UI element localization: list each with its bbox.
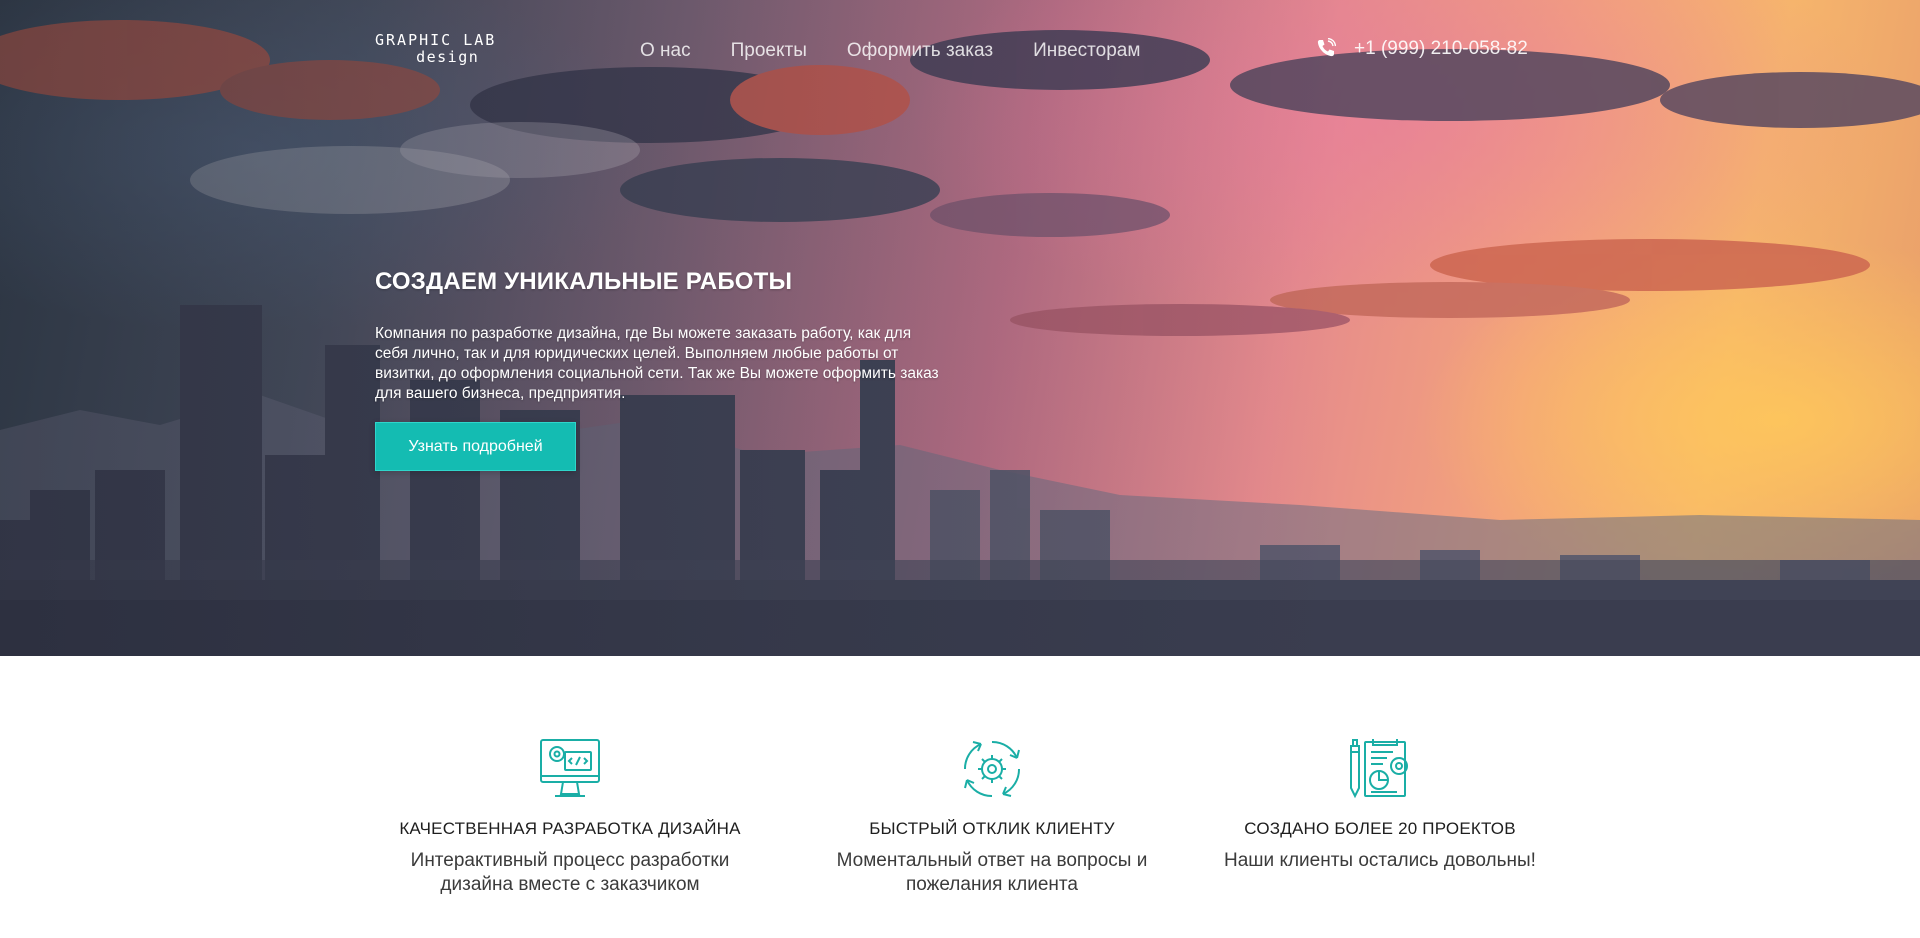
- learn-more-button[interactable]: Узнать подробней: [375, 422, 576, 471]
- nav-item-about[interactable]: О нас: [640, 40, 691, 62]
- hero-content: СОЗДАЕМ УНИКАЛЬНЫЕ РАБОТЫ Компания по ра…: [375, 268, 955, 471]
- site-header: GRAPHIC LAB design О нас Проекты Оформит…: [0, 0, 1920, 100]
- feature-title: БЫСТРЫЙ ОТКЛИК КЛИЕНТУ: [869, 819, 1115, 838]
- feature-text: Моментальный ответ на вопросы и пожелани…: [836, 850, 1148, 895]
- hero-description: Компания по разработке дизайна, где Вы м…: [375, 325, 939, 402]
- logo-bottom-text: design: [416, 48, 480, 66]
- project-document-icon: [1350, 739, 1408, 799]
- feature-card-response: БЫСТРЫЙ ОТКЛИК КЛИЕНТУ Моментальный отве…: [782, 736, 1202, 897]
- nav-item-order[interactable]: Оформить заказ: [847, 40, 993, 62]
- logo[interactable]: GRAPHIC LAB design: [375, 33, 496, 65]
- feature-title: КАЧЕСТВЕННАЯ РАЗРАБОТКА ДИЗАЙНА: [399, 819, 741, 838]
- design-monitor-icon: [540, 739, 600, 797]
- main-nav: О нас Проекты Оформить заказ Инвесторам: [640, 40, 1140, 62]
- logo-top-text: GRAPHIC LAB: [375, 31, 497, 49]
- gear-cycle-icon: [963, 740, 1021, 798]
- feature-card-projects: СОЗДАНО БОЛЕЕ 20 ПРОЕКТОВ Наши клиенты о…: [1170, 736, 1590, 873]
- feature-text: Интерактивный процесс разработки дизайна…: [410, 850, 730, 895]
- hero-title: СОЗДАЕМ УНИКАЛЬНЫЕ РАБОТЫ: [375, 268, 793, 295]
- nav-item-projects[interactable]: Проекты: [731, 40, 807, 62]
- nav-item-investors[interactable]: Инвесторам: [1033, 40, 1140, 62]
- feature-title: СОЗДАНО БОЛЕЕ 20 ПРОЕКТОВ: [1244, 819, 1516, 838]
- features-section: КАЧЕСТВЕННАЯ РАЗРАБОТКА ДИЗАЙНА Интеракт…: [0, 656, 1920, 938]
- feature-text: Наши клиенты остались довольны!: [1224, 850, 1536, 871]
- phone-number: +1 (999) 210-058-82: [1354, 38, 1528, 59]
- hero-section: GRAPHIC LAB design О нас Проекты Оформит…: [0, 0, 1920, 656]
- phone-link[interactable]: +1 (999) 210-058-82: [1316, 38, 1528, 60]
- phone-icon: [1317, 38, 1336, 57]
- feature-card-design: КАЧЕСТВЕННАЯ РАЗРАБОТКА ДИЗАЙНА Интеракт…: [360, 736, 780, 897]
